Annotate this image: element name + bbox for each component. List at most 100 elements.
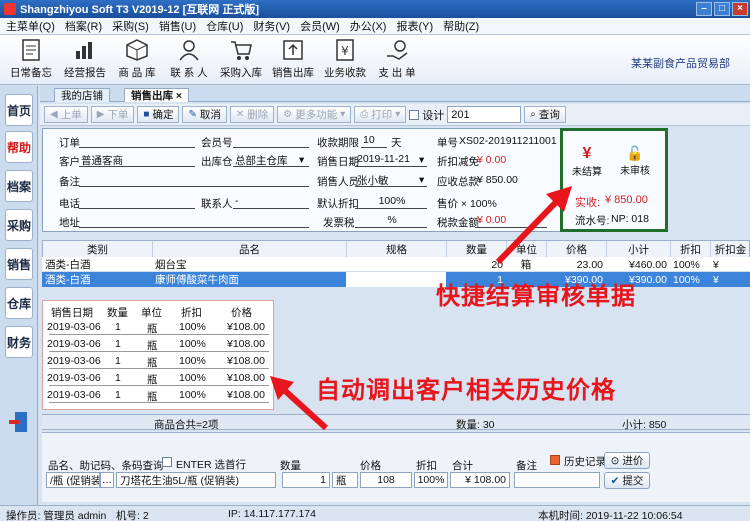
menu-member[interactable]: 会员(W) (300, 18, 340, 34)
close-button[interactable]: × (732, 2, 748, 16)
col-spec[interactable]: 规格 (347, 241, 447, 258)
sidebar-item-warehouse[interactable]: 仓库 (5, 287, 33, 319)
search-input[interactable]: /瓶 (促销装) (46, 472, 100, 488)
menu-purchase[interactable]: 采购(S) (112, 18, 149, 34)
tab-my-store[interactable]: 我的店铺 (54, 88, 110, 102)
sidebar-item-help[interactable]: 帮助 (5, 131, 33, 163)
history-row[interactable]: 2019-03-06 1 瓶 100% ¥108.00 (47, 319, 269, 335)
col-category[interactable]: 类别 (43, 241, 153, 258)
price-input[interactable]: 108 (360, 472, 412, 488)
ribbon-contact-button[interactable]: 联 系 人 (164, 37, 214, 83)
invoice-tax-field[interactable]: % (355, 214, 427, 228)
ribbon-report-button[interactable]: 经营报告 (60, 37, 110, 83)
confirm-button[interactable]: ■ 确定 (137, 106, 180, 123)
history-row[interactable]: 2019-03-06 1 瓶 100% ¥108.00 (47, 336, 269, 352)
address-field[interactable] (79, 214, 309, 228)
history-row[interactable]: 2019-03-06 1 瓶 100% ¥108.00 (47, 353, 269, 369)
menu-help[interactable]: 帮助(Z) (443, 18, 479, 34)
purchase-price-button[interactable]: ⊙ 进价 (604, 452, 650, 469)
table-row-selected[interactable]: 酒类-白酒 康师傅酸菜牛肉面 1 ¥390.00 ¥390.00 100% ¥ (42, 272, 750, 287)
browse-button[interactable]: … (100, 472, 114, 488)
discount-input[interactable]: 100% (414, 472, 448, 488)
chevron-down-icon: ▾ (340, 109, 346, 120)
chevron-down-icon: ▾ (419, 154, 425, 166)
submit-button[interactable]: ✔ 提交 (604, 472, 650, 489)
ribbon-expense-button[interactable]: 支 出 单 (372, 37, 422, 83)
enter-select-checkbox[interactable] (162, 457, 172, 467)
annotation-auto-history: 自动调出客户相关历史价格 (316, 376, 616, 404)
tab-sales-out[interactable]: 销售出库 × (124, 88, 190, 102)
default-discount-field[interactable]: 100% (355, 195, 427, 209)
history-checkbox[interactable] (550, 455, 560, 465)
arrow-left-icon: ◀ (50, 109, 58, 120)
hand-money-icon (384, 37, 410, 63)
unit-field: 瓶 (332, 472, 358, 488)
maximize-button[interactable]: □ (714, 2, 730, 16)
note-field[interactable] (79, 173, 309, 187)
history-row[interactable]: 2019-03-06 1 瓶 100% ¥108.00 (47, 370, 269, 386)
window-title: Shangzhiyou Soft T3 V2019-12 [互联网 正式版] (20, 4, 259, 16)
contact-field[interactable]: - (233, 195, 309, 209)
ribbon-product-button[interactable]: 商 品 库 (112, 37, 162, 83)
quantity-input[interactable]: 1 (282, 472, 330, 488)
prev-button[interactable]: ◀ 上单 (44, 106, 88, 123)
sidebar-item-archive[interactable]: 档案 (5, 170, 33, 202)
ribbon-sales-out-button[interactable]: 销售出库 (268, 37, 318, 83)
menu-sales[interactable]: 销售(U) (159, 18, 196, 34)
delete-button[interactable]: ✕ 删除 (229, 106, 275, 123)
phone-field[interactable] (79, 195, 195, 209)
col-discount-amount[interactable]: 折扣金 (711, 241, 750, 258)
sidebar-item-sales[interactable]: 销售 (5, 248, 33, 280)
ribbon-purchase-in-button[interactable]: 采购入库 (216, 37, 266, 83)
cart-icon (228, 37, 254, 63)
customer-field[interactable]: 普通客商 (79, 153, 195, 167)
menu-office[interactable]: 办公(X) (350, 18, 387, 34)
subtotal-total: 小计: 850 (622, 419, 667, 431)
seller-select[interactable]: 张小敏 (355, 173, 427, 187)
menu-report[interactable]: 报表(Y) (396, 18, 433, 34)
tab-close-icon[interactable]: × (176, 90, 182, 102)
sidebar-item-purchase[interactable]: 采购 (5, 209, 33, 241)
memo-icon (18, 37, 44, 63)
order-field[interactable] (79, 134, 195, 148)
menu-archive[interactable]: 档案(R) (65, 18, 102, 34)
title-bar: Shangzhiyou Soft T3 V2019-12 [互联网 正式版] –… (0, 0, 750, 18)
note-input[interactable] (514, 472, 600, 488)
save-icon: ■ (143, 109, 150, 120)
summary-row: 商品合共=2项 数量: 30 小计: 850 (42, 414, 750, 431)
box-icon (124, 37, 150, 63)
menu-finance[interactable]: 财务(V) (253, 18, 290, 34)
cancel-button[interactable]: ✎ 取消 (182, 106, 227, 123)
gear-icon: ⚙ (283, 109, 293, 120)
history-price-panel: 销售日期 数量 单位 折扣 价格 2019-03-06 1 瓶 100% ¥10… (42, 300, 274, 410)
sidebar-item-home[interactable]: 首页 (5, 94, 33, 126)
term-field[interactable]: 10 (361, 134, 387, 148)
sale-date-field[interactable]: 2019-11-21 (355, 153, 427, 167)
col-product[interactable]: 品名 (153, 241, 347, 258)
next-button[interactable]: ▶ 下单 (90, 106, 135, 123)
member-field[interactable] (233, 134, 309, 148)
arrow-to-history-icon (270, 376, 329, 431)
history-row[interactable]: 2019-03-06 1 瓶 100% ¥108.00 (47, 387, 269, 403)
exit-icon[interactable] (9, 411, 29, 433)
col-discount[interactable]: 折扣 (671, 241, 711, 258)
bill-search-input[interactable]: 201 (447, 106, 522, 123)
product-grid-header: 类别 品名 规格 数量 单位 价格 小计 折扣 折扣金 (42, 240, 750, 258)
menu-main[interactable]: 主菜单(Q) (6, 18, 55, 34)
query-button[interactable]: ⌕ 查询 (524, 106, 566, 123)
design-checkbox[interactable] (409, 109, 420, 120)
ribbon-memo-button[interactable]: 日常备忘 (6, 37, 56, 83)
ribbon-receipt-button[interactable]: ¥ 业务收款 (320, 37, 370, 83)
minimize-button[interactable]: – (696, 2, 712, 16)
upload-icon (280, 37, 306, 63)
warehouse-select[interactable]: 总部主仓库 (233, 153, 309, 167)
company-name: 某某副食产品贸易部 (631, 58, 730, 70)
more-button[interactable]: ⚙ 更多功能 ▾ (277, 106, 352, 123)
print-button[interactable]: ⎙ 打印 ▾ (354, 106, 407, 123)
menu-warehouse[interactable]: 仓库(U) (206, 18, 243, 34)
sidebar: 首页 帮助 档案 采购 销售 仓库 财务 (0, 86, 38, 505)
col-subtotal[interactable]: 小计 (607, 241, 671, 258)
product-name-field: 刀塔花生油5L/瓶 (促销装) (116, 472, 276, 488)
table-row[interactable]: 酒类-白酒 烟台宝 20 箱 23.00 ¥460.00 100% ¥ (42, 257, 750, 272)
sidebar-item-finance[interactable]: 财务 (5, 326, 33, 358)
